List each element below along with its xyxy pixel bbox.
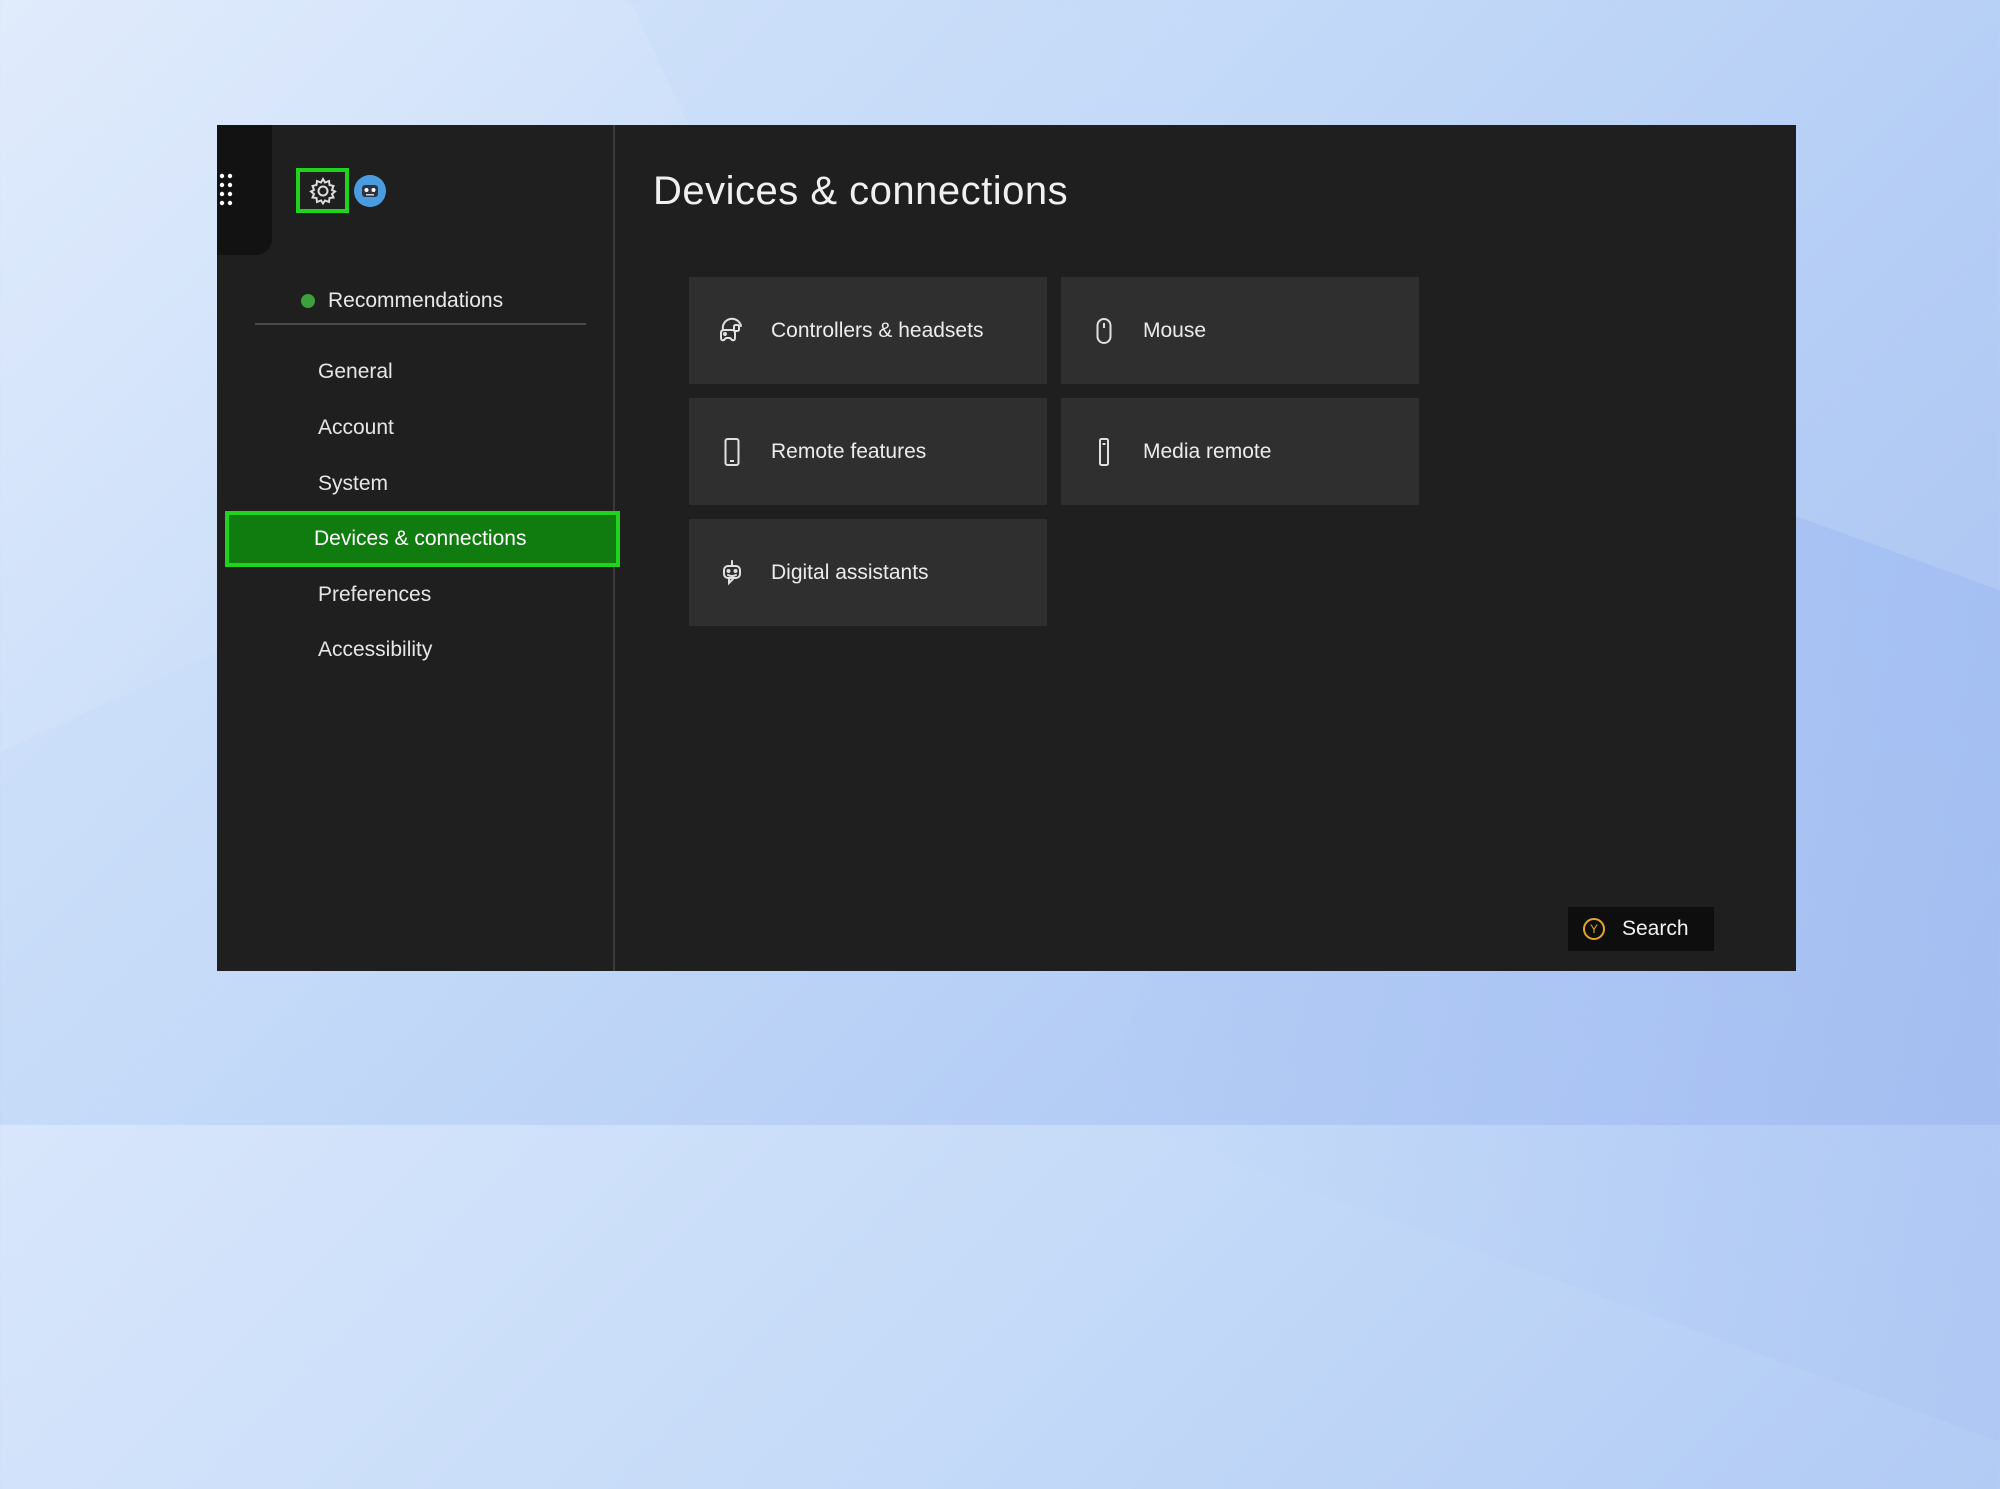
recommendations-label: Recommendations — [328, 289, 504, 312]
avatar-icon — [354, 175, 386, 207]
sidebar-item-account[interactable]: Account — [225, 400, 620, 456]
gear-icon — [308, 176, 337, 205]
settings-window: Recommendations General Account System D… — [217, 125, 1796, 971]
status-dot — [301, 294, 315, 308]
tile-label: Media remote — [1143, 439, 1272, 463]
tile-remote-features[interactable]: Remote features — [689, 398, 1047, 505]
settings-sidebar: Recommendations General Account System D… — [217, 125, 620, 971]
sidebar-item-label: System — [318, 472, 389, 495]
search-button[interactable]: Y Search — [1568, 907, 1714, 951]
sidebar-item-label: General — [318, 360, 393, 383]
page-title: Devices & connections — [653, 169, 1069, 213]
y-button-icon: Y — [1583, 918, 1605, 940]
divider — [255, 323, 586, 325]
search-label: Search — [1622, 917, 1689, 940]
controller-headset-icon — [720, 317, 742, 341]
sidebar-item-system[interactable]: System — [225, 456, 620, 512]
profile-avatar[interactable] — [354, 175, 386, 207]
tile-label: Digital assistants — [771, 560, 929, 584]
digital-assistant-icon — [723, 559, 741, 585]
phone-icon — [724, 437, 740, 466]
tile-mouse[interactable]: Mouse — [1061, 277, 1419, 384]
sidebar-item-label: Account — [318, 416, 394, 439]
sidebar-item-preferences[interactable]: Preferences — [225, 567, 620, 623]
tile-label: Remote features — [771, 439, 927, 463]
tile-label: Mouse — [1143, 318, 1207, 342]
mouse-icon — [1096, 317, 1112, 344]
media-remote-icon — [1099, 437, 1109, 466]
tile-controllers-headsets[interactable]: Controllers & headsets — [689, 277, 1047, 384]
tile-label: Controllers & headsets — [771, 318, 984, 342]
recommendations-item[interactable]: Recommendations — [283, 280, 613, 322]
tile-digital-assistants[interactable]: Digital assistants — [689, 519, 1047, 626]
sidebar-item-accessibility[interactable]: Accessibility — [225, 622, 620, 678]
sidebar-item-label: Preferences — [318, 583, 432, 606]
sidebar-item-label: Devices & connections — [314, 527, 527, 550]
sidebar-item-devices-connections[interactable]: Devices & connections — [225, 511, 620, 567]
settings-gear-button[interactable] — [296, 168, 349, 213]
sidebar-item-label: Accessibility — [318, 638, 433, 661]
tile-media-remote[interactable]: Media remote — [1061, 398, 1419, 505]
sidebar-item-general[interactable]: General — [225, 344, 620, 400]
